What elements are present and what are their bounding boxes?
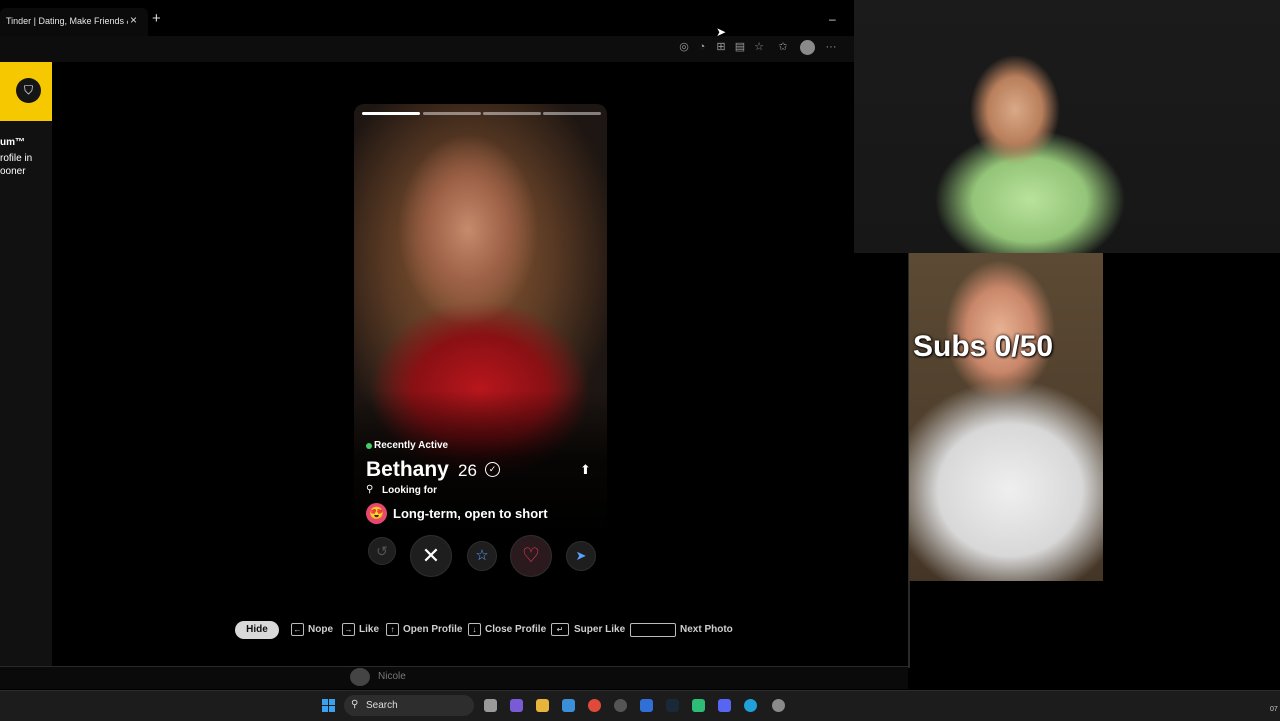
left-arrow-key-icon: ← (291, 623, 304, 636)
tab-close-icon[interactable]: × (130, 13, 137, 27)
looking-for-label: Looking for (382, 485, 437, 496)
nope-button[interactable]: ✕ (410, 535, 452, 577)
profile-name: Bethany (366, 458, 449, 481)
hide-shortcuts-button[interactable]: Hide (235, 621, 279, 639)
reading-list-icon[interactable]: ▤ (734, 41, 746, 53)
rewind-button[interactable]: ↺ (368, 537, 396, 565)
shield-icon: ⛉ (16, 78, 41, 103)
relationship-intent: Long-term, open to short (393, 506, 548, 521)
settings-icon[interactable] (772, 699, 785, 712)
down-arrow-key-icon: ↓ (468, 623, 481, 636)
contact-name: Nicole (378, 671, 406, 682)
browser-tab[interactable]: Tinder | Dating, Make Friends & M × (0, 8, 148, 36)
profile-age: 26 (458, 461, 477, 480)
tab-title: Tinder | Dating, Make Friends & M (6, 16, 128, 26)
app-icon[interactable] (614, 699, 627, 712)
more-icon[interactable]: ··· (825, 41, 837, 53)
taskbar-clock: 07 (1270, 706, 1278, 713)
subs-counter-overlay: Subs 0/50 (913, 330, 1054, 363)
super-like-button[interactable]: ☆ (467, 541, 497, 571)
shortcut-nope: Nope (308, 624, 333, 635)
copilot-icon[interactable] (510, 699, 523, 712)
app-icon[interactable] (640, 699, 653, 712)
shortcut-like: Like (359, 624, 380, 635)
promo-text-line1: rofile in (0, 153, 33, 164)
right-arrow-key-icon: → (342, 623, 355, 636)
taskbar-search-box[interactable] (344, 695, 474, 716)
store-icon[interactable] (562, 699, 575, 712)
windows-start-icon[interactable] (322, 699, 335, 712)
guest-webcam (909, 253, 1103, 581)
promo-text-line2: ooner (0, 166, 26, 177)
active-status-dot (366, 443, 372, 449)
search-icon: ⚲ (366, 484, 374, 495)
shortcut-open-profile: Open Profile (403, 624, 463, 635)
favorite-star-icon[interactable]: ☆ (753, 41, 765, 53)
up-arrow-key-icon: ↑ (386, 623, 399, 636)
open-profile-arrow-icon[interactable]: ⬆ (580, 462, 591, 478)
profile-icon[interactable] (800, 40, 815, 55)
like-button[interactable]: ♡ (510, 535, 552, 577)
search-icon: ⚲ (351, 699, 359, 710)
taskbar-search-label: Search (366, 700, 398, 711)
photo-indicator (423, 112, 481, 115)
file-explorer-icon[interactable] (536, 699, 549, 712)
apps-icon[interactable]: ⊞ (715, 41, 727, 53)
task-view-icon[interactable] (484, 699, 497, 712)
streamer-webcam (854, 0, 1280, 253)
favorites-icon[interactable]: ✩ (777, 41, 789, 53)
discord-icon[interactable] (718, 699, 731, 712)
edge-icon[interactable] (744, 699, 757, 712)
heart-eyes-emoji-icon: 😍 (366, 503, 387, 524)
bell-icon[interactable]: ◔ (696, 41, 708, 53)
shortcut-super-like: Super Like (574, 624, 626, 635)
enter-key-icon: ↵ (551, 623, 569, 636)
boost-button[interactable]: ➤ (566, 541, 596, 571)
photo-indicator (483, 112, 541, 115)
photo-indicator (543, 112, 601, 115)
shortcut-next-photo: Next Photo (680, 624, 733, 635)
steam-icon[interactable] (666, 699, 679, 712)
location-icon[interactable]: ◎ (678, 41, 690, 53)
avatar (350, 668, 370, 686)
active-status: Recently Active (374, 440, 449, 451)
promo-title: um™ (0, 137, 25, 148)
photo-indicator (362, 112, 420, 115)
minimize-button[interactable]: – (829, 12, 836, 26)
verified-badge-icon: ✓ (485, 462, 500, 477)
new-tab-button[interactable]: + (152, 10, 161, 27)
space-key-icon (630, 623, 676, 637)
app-icon[interactable] (692, 699, 705, 712)
shortcut-close-profile: Close Profile (485, 624, 547, 635)
chrome-icon[interactable] (588, 699, 601, 712)
background-window-strip (0, 667, 908, 689)
